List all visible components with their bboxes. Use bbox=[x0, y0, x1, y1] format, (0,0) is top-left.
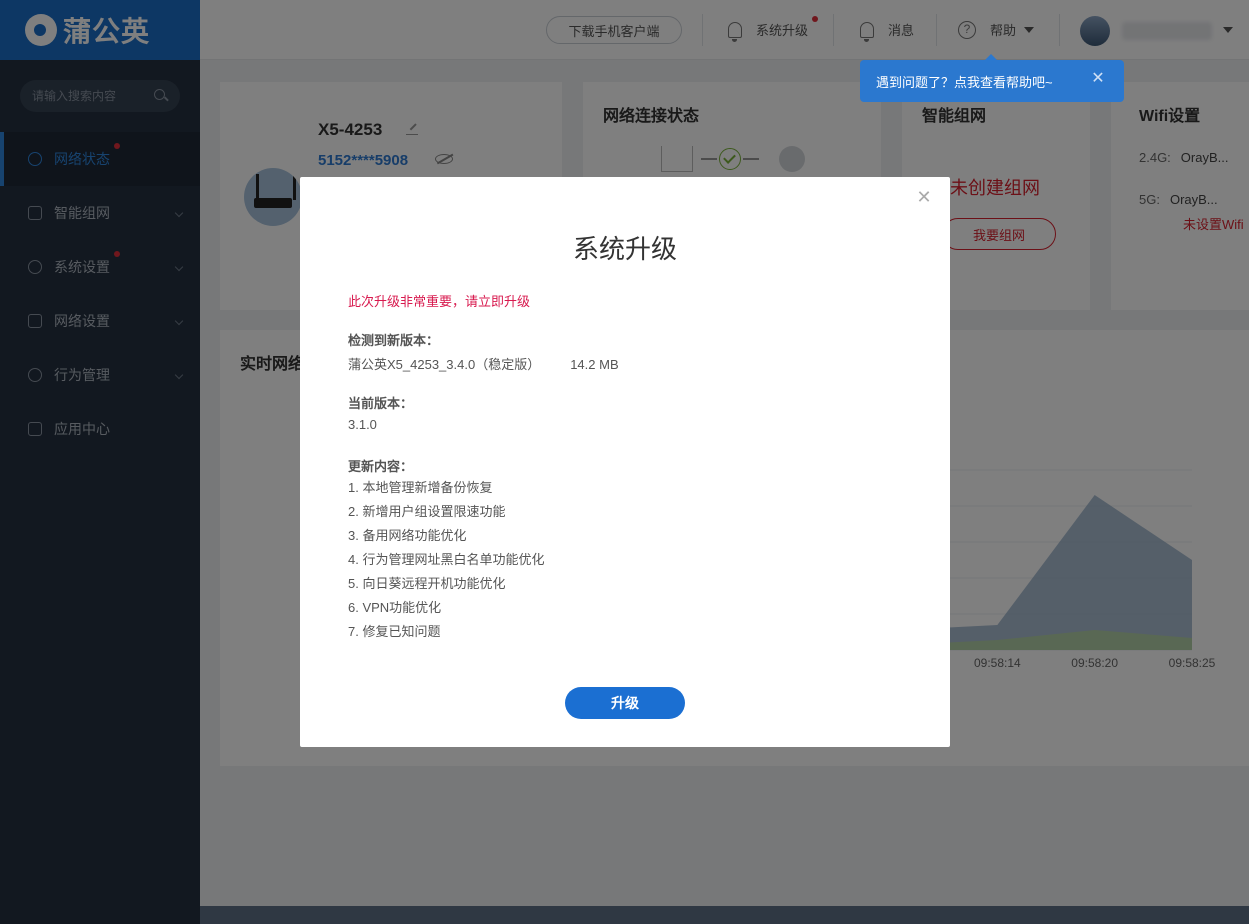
list-item: 5. 向日葵远程开机功能优化 bbox=[348, 576, 506, 591]
current-version-value: 3.1.0 bbox=[348, 417, 377, 432]
changes-label: 更新内容： bbox=[348, 459, 414, 474]
new-version-label: 检测到新版本： bbox=[348, 333, 440, 348]
modal-title: 系统升级 bbox=[572, 234, 677, 264]
new-version-name: 蒲公英X5_4253_3.4.0（稳定版） bbox=[348, 357, 541, 372]
list-item: 7. 修复已知问题 bbox=[348, 624, 441, 639]
system-upgrade-modal: ✕ 系统升级 此次升级非常重要，请立即升级 检测到新版本： 蒲公英X5_4253… bbox=[300, 177, 950, 747]
new-version-value: 蒲公英X5_4253_3.4.0（稳定版） 14.2 MB bbox=[348, 354, 619, 373]
changes-list: 1. 本地管理新增备份恢复 2. 新增用户组设置限速功能 3. 备用网络功能优化… bbox=[348, 479, 544, 647]
close-icon[interactable]: ✕ bbox=[914, 187, 934, 207]
list-item: 2. 新增用户组设置限速功能 bbox=[348, 504, 506, 519]
upgrade-warning: 此次升级非常重要，请立即升级 bbox=[348, 294, 531, 309]
help-tooltip[interactable]: 遇到问题了？点我查看帮助吧~ ✕ bbox=[860, 54, 1124, 102]
current-version-label: 当前版本： bbox=[348, 396, 414, 411]
new-version-size: 14.2 MB bbox=[570, 357, 619, 372]
list-item: 1. 本地管理新增备份恢复 bbox=[348, 480, 493, 495]
list-item: 4. 行为管理网址黑白名单功能优化 bbox=[348, 552, 545, 567]
tooltip-text: 遇到问题了？点我查看帮助吧~ bbox=[876, 74, 1053, 90]
upgrade-button[interactable]: 升级 bbox=[565, 687, 685, 719]
list-item: 6. VPN功能优化 bbox=[348, 600, 442, 615]
list-item: 3. 备用网络功能优化 bbox=[348, 528, 467, 543]
close-icon[interactable]: ✕ bbox=[1090, 71, 1106, 87]
